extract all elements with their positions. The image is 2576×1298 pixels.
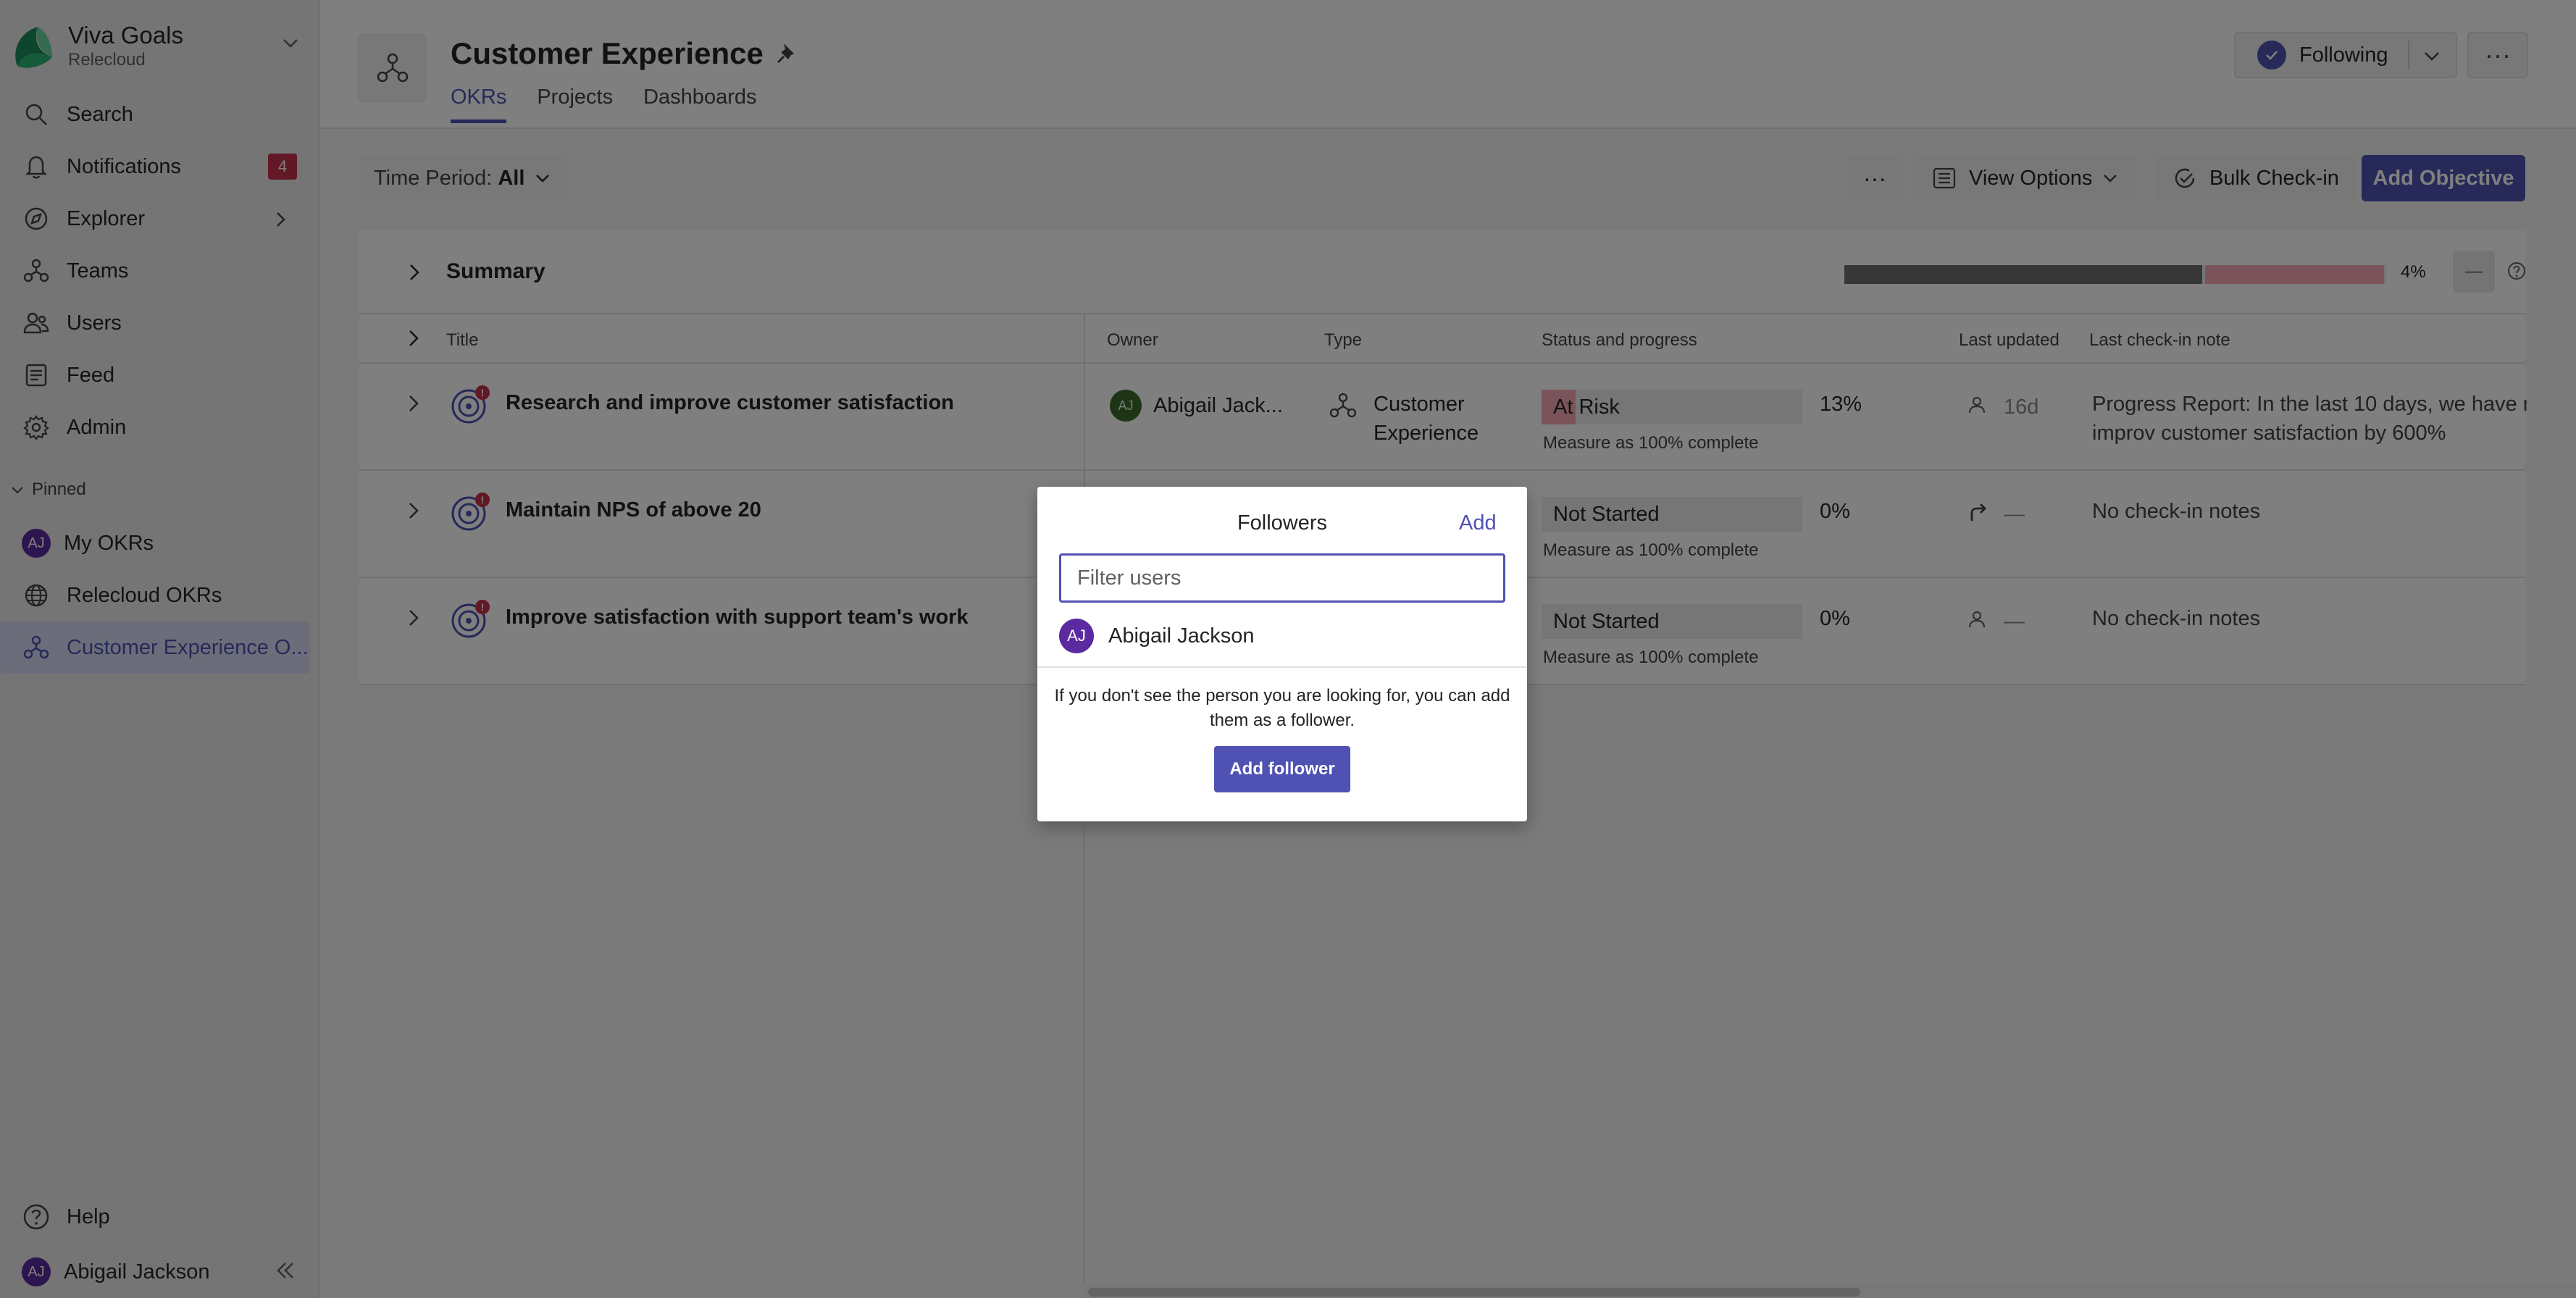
filter-users-input[interactable] [1059,553,1505,603]
follower-item[interactable]: AJ Abigail Jackson [1059,619,1255,653]
avatar: AJ [1059,619,1094,653]
add-follower-button[interactable]: Add follower [1214,746,1350,792]
followers-popup: Followers Add AJ Abigail Jackson If you … [1037,487,1527,821]
popup-help-text: If you don't see the person you are look… [1054,686,1510,730]
popup-title: Followers [1237,511,1328,535]
add-link[interactable]: Add [1459,511,1497,535]
divider [1037,666,1527,668]
follower-name: Abigail Jackson [1108,624,1255,648]
